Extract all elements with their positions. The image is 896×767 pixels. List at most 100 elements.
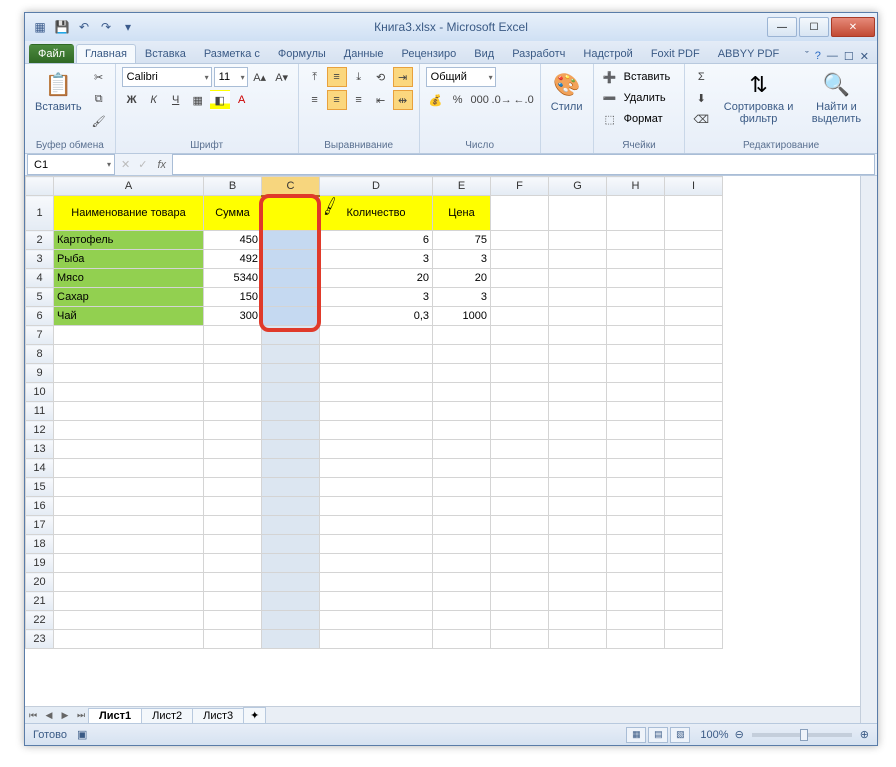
fill-icon[interactable]: ⬇ [691, 88, 711, 108]
zoom-slider[interactable] [752, 733, 852, 737]
cell[interactable] [204, 383, 262, 402]
cell[interactable] [204, 440, 262, 459]
cell[interactable]: 3 [320, 250, 433, 269]
cell[interactable] [262, 611, 320, 630]
cell[interactable] [491, 231, 549, 250]
align-bottom-icon[interactable]: ⤓ [349, 67, 369, 87]
tab-view[interactable]: Вид [465, 44, 503, 63]
cell[interactable]: 0,3 [320, 307, 433, 326]
wrap-text-icon[interactable]: ⇥ [393, 67, 413, 87]
cell[interactable] [665, 231, 723, 250]
cell[interactable] [607, 269, 665, 288]
tab-file[interactable]: Файл [29, 44, 74, 63]
cell[interactable] [665, 459, 723, 478]
cell[interactable] [491, 383, 549, 402]
cell[interactable] [665, 421, 723, 440]
cell[interactable] [320, 459, 433, 478]
find-select-button[interactable]: 🔍 Найти и выделить [802, 67, 871, 127]
row-header[interactable]: 1 [26, 196, 54, 231]
cell[interactable] [204, 535, 262, 554]
cell[interactable] [54, 535, 204, 554]
cell[interactable] [491, 326, 549, 345]
col-header-g[interactable]: G [549, 177, 607, 196]
italic-button[interactable]: К [144, 90, 164, 110]
autosum-icon[interactable]: Σ [691, 67, 711, 87]
cell[interactable] [54, 421, 204, 440]
cell[interactable] [433, 573, 491, 592]
cell[interactable] [262, 326, 320, 345]
row-header[interactable]: 5 [26, 288, 54, 307]
cell[interactable] [549, 573, 607, 592]
cell[interactable] [665, 402, 723, 421]
formula-input[interactable] [172, 154, 875, 175]
sheet-tab[interactable]: Лист1 [88, 708, 142, 723]
cell[interactable] [54, 383, 204, 402]
tab-insert[interactable]: Вставка [136, 44, 195, 63]
cell[interactable] [262, 592, 320, 611]
cell[interactable] [262, 573, 320, 592]
cell[interactable] [549, 383, 607, 402]
cell[interactable] [549, 440, 607, 459]
row-header[interactable]: 21 [26, 592, 54, 611]
tab-data[interactable]: Данные [335, 44, 393, 63]
cell[interactable] [262, 554, 320, 573]
row-header[interactable]: 4 [26, 269, 54, 288]
cell[interactable] [491, 459, 549, 478]
cell[interactable]: Картофель [54, 231, 204, 250]
cell[interactable] [607, 592, 665, 611]
cell[interactable] [320, 573, 433, 592]
cell[interactable] [433, 440, 491, 459]
cell[interactable] [665, 478, 723, 497]
font-name-combo[interactable]: Calibri [122, 67, 212, 87]
cell[interactable]: 3 [320, 288, 433, 307]
cell[interactable]: Количество [320, 196, 433, 231]
tab-nav-first-icon[interactable]: ⏮ [25, 710, 41, 721]
cell[interactable] [262, 269, 320, 288]
cell[interactable] [204, 592, 262, 611]
tab-nav-next-icon[interactable]: ▶ [57, 710, 73, 721]
cell[interactable] [549, 250, 607, 269]
cell[interactable] [204, 630, 262, 649]
tab-layout[interactable]: Разметка с [195, 44, 269, 63]
cell[interactable] [607, 196, 665, 231]
maximize-button[interactable]: ☐ [799, 17, 829, 37]
cell[interactable]: 150 [204, 288, 262, 307]
doc-max-icon[interactable]: ☐ [844, 50, 854, 63]
cell[interactable] [204, 326, 262, 345]
merge-icon[interactable]: ⇹ [393, 90, 413, 110]
indent-dec-icon[interactable]: ⇤ [371, 90, 391, 110]
cell[interactable] [204, 364, 262, 383]
cell[interactable] [665, 307, 723, 326]
cell[interactable] [433, 630, 491, 649]
cell[interactable] [549, 592, 607, 611]
cell[interactable] [549, 421, 607, 440]
inc-decimal-icon[interactable]: .0→ [492, 90, 512, 110]
cell[interactable] [665, 196, 723, 231]
cell[interactable]: 5340 [204, 269, 262, 288]
cell[interactable] [549, 288, 607, 307]
undo-icon[interactable]: ↶ [75, 18, 93, 36]
cell[interactable] [665, 611, 723, 630]
cell[interactable] [433, 364, 491, 383]
cell[interactable] [320, 592, 433, 611]
cell[interactable] [665, 516, 723, 535]
cell[interactable] [320, 535, 433, 554]
sort-filter-button[interactable]: ⇅ Сортировка и фильтр [718, 67, 799, 127]
cell[interactable] [491, 497, 549, 516]
cell[interactable] [665, 592, 723, 611]
cell[interactable]: 20 [320, 269, 433, 288]
cell[interactable] [320, 554, 433, 573]
cell[interactable]: Чай [54, 307, 204, 326]
cell[interactable] [204, 611, 262, 630]
cell[interactable]: Мясо [54, 269, 204, 288]
cell[interactable] [549, 516, 607, 535]
cell[interactable] [607, 573, 665, 592]
tab-developer[interactable]: Разработч [503, 44, 574, 63]
cell[interactable] [491, 573, 549, 592]
cell[interactable] [320, 630, 433, 649]
col-header-a[interactable]: A [54, 177, 204, 196]
row-header[interactable]: 20 [26, 573, 54, 592]
cell[interactable] [320, 497, 433, 516]
cell[interactable] [433, 478, 491, 497]
row-header[interactable]: 3 [26, 250, 54, 269]
